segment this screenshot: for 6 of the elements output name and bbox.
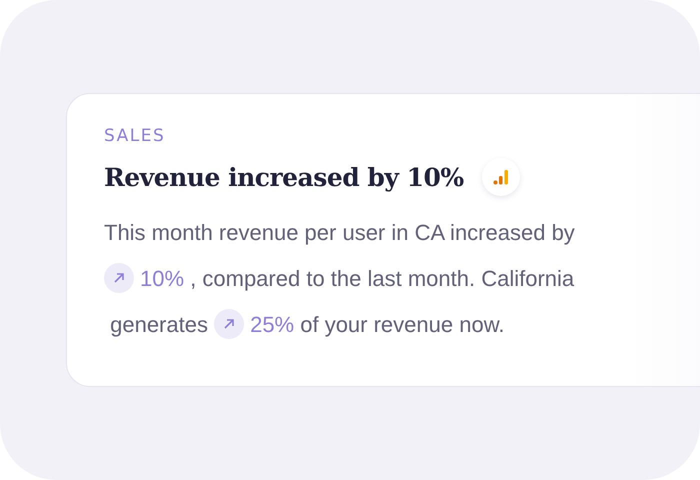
arrow-up-right-icon — [214, 309, 244, 340]
card-title: Revenue increased by 10% — [104, 162, 464, 192]
category-label: SALES — [104, 126, 166, 146]
card-description: This month revenue per user in CA increased by 10% , compared to the last month. California generates 25% of your revenue now. — [104, 210, 700, 348]
bar-chart-icon — [492, 169, 509, 185]
arrow-up-right-icon — [104, 263, 134, 294]
